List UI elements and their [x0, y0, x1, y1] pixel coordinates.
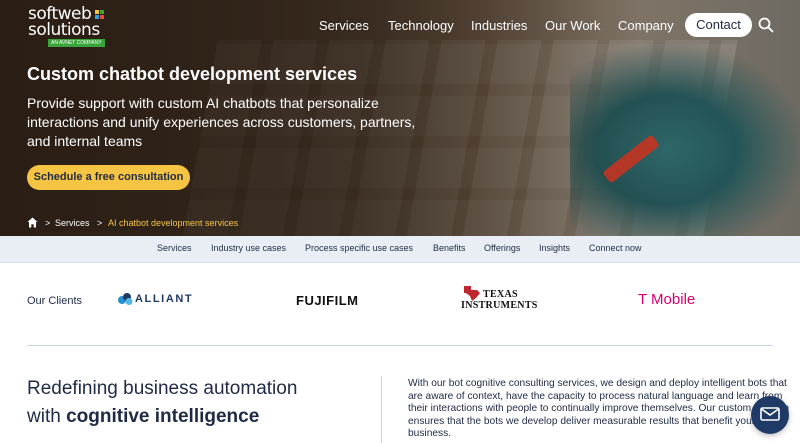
contact-button[interactable]: Contact: [685, 13, 752, 37]
clients-label: Our Clients: [27, 295, 83, 307]
client-logo-tmobile: T Mobile: [638, 291, 696, 308]
subnav-item-process-use-cases[interactable]: Process specific use cases: [305, 243, 413, 253]
nav-active-indicator: [0, 18, 800, 38]
subnav-item-offerings[interactable]: Offerings: [484, 243, 520, 253]
breadcrumb-separator: >: [45, 218, 51, 228]
breadcrumb-item-services[interactable]: Services: [55, 218, 90, 228]
section-heading-prefix: with: [27, 406, 67, 427]
mail-icon: [760, 407, 780, 421]
ti-wordmark-line1: TEXAS: [483, 289, 518, 300]
column-divider: [381, 376, 382, 443]
subnav-item-connect-now[interactable]: Connect now: [589, 243, 642, 253]
section-divider: [27, 345, 773, 346]
logo-tagline: AN AVNET COMPANY: [48, 39, 105, 47]
section-heading-line2: with cognitive intelligence: [27, 406, 259, 428]
subnav-item-industry-use-cases[interactable]: Industry use cases: [211, 243, 286, 253]
section-heading-line1: Redefining business automation: [27, 378, 298, 399]
alliant-mark-icon: [118, 293, 133, 305]
subnav-item-benefits[interactable]: Benefits: [433, 243, 466, 253]
client-logo-texas-instruments: TEXAS INSTRUMENTS: [461, 284, 545, 314]
breadcrumb-current: AI chatbot development services: [108, 218, 239, 228]
schedule-consultation-button[interactable]: Schedule a free consultation: [27, 165, 190, 190]
subnav-item-insights[interactable]: Insights: [539, 243, 570, 253]
search-icon[interactable]: [758, 17, 774, 33]
subnav-item-services[interactable]: Services: [157, 243, 192, 253]
hero-banner: softweb solutions AN AVNET COMPANY Servi…: [0, 0, 800, 236]
hero-subtitle: Provide support with custom AI chatbots …: [27, 95, 416, 149]
section-heading-emphasis: cognitive intelligence: [66, 406, 260, 427]
home-icon[interactable]: [27, 217, 38, 228]
page-title: Custom chatbot development services: [27, 64, 358, 84]
section-body-text: With our bot cognitive consulting servic…: [408, 378, 790, 439]
client-logo-fujifilm: FUJIFILM: [296, 293, 359, 308]
alliant-wordmark: ALLIANT: [135, 293, 194, 305]
breadcrumb-separator: >: [97, 218, 103, 228]
ti-wordmark-line2: INSTRUMENTS: [461, 300, 538, 311]
chat-widget-button[interactable]: [751, 396, 789, 434]
section-subnav: Services Industry use cases Process spec…: [0, 236, 800, 263]
